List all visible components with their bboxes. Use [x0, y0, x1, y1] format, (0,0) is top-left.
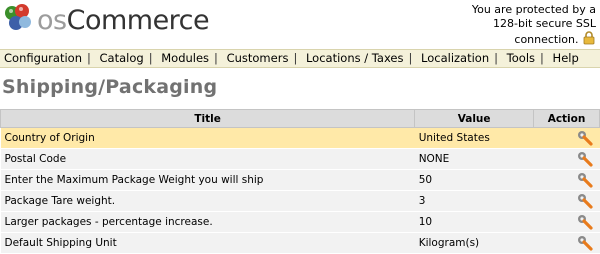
wrench-edit-icon[interactable]	[576, 130, 594, 146]
table-row[interactable]: Enter the Maximum Package Weight you wil…	[0, 169, 600, 191]
ssl-line-3: connection.	[514, 33, 579, 46]
row-action	[533, 190, 600, 212]
wrench-edit-icon[interactable]	[576, 214, 594, 230]
oscommerce-logo[interactable]: osCommerce	[3, 3, 210, 45]
wrench-edit-icon[interactable]	[576, 151, 594, 167]
page-title: Shipping/Packaging	[2, 76, 218, 98]
ssl-line-2: 128-bit secure SSL	[493, 17, 596, 30]
ssl-line-3-wrap: connection.	[426, 31, 596, 47]
menu-item-modules[interactable]: Modules	[161, 51, 209, 65]
ssl-line-1: You are protected by a	[471, 3, 596, 16]
row-title: Postal Code	[0, 148, 415, 170]
column-header-title: Title	[0, 109, 416, 128]
row-value: Kilogram(s)	[414, 232, 534, 254]
row-title: Default Shipping Unit	[0, 232, 415, 254]
logo-text: osCommerce	[37, 5, 210, 36]
row-value: United States	[414, 127, 534, 149]
row-title: Country of Origin	[0, 127, 415, 149]
menu-item-locations-taxes[interactable]: Locations / Taxes	[306, 51, 404, 65]
table-row[interactable]: Default Shipping Unit Kilogram(s)	[0, 232, 600, 254]
row-value: 50	[414, 169, 534, 191]
menu-separator: |	[408, 51, 413, 65]
column-header-action: Action	[533, 109, 600, 128]
menu-item-localization[interactable]: Localization	[421, 51, 489, 65]
menu-separator: |	[540, 51, 544, 65]
menu-separator: |	[87, 51, 91, 65]
ssl-notice: You are protected by a 128-bit secure SS…	[426, 3, 596, 47]
row-action	[533, 211, 600, 233]
row-title: Larger packages - percentage increase.	[0, 211, 415, 233]
oscommerce-logo-icon	[5, 4, 31, 30]
column-header-value: Value	[414, 109, 535, 128]
table-row[interactable]: Postal Code NONE	[0, 148, 600, 170]
menu-item-configuration[interactable]: Configuration	[4, 51, 82, 65]
menu-item-customers[interactable]: Customers	[227, 51, 289, 65]
table-row[interactable]: Package Tare weight. 3	[0, 190, 600, 212]
row-value: NONE	[414, 148, 534, 170]
row-title: Enter the Maximum Package Weight you wil…	[0, 169, 415, 191]
row-action	[533, 127, 600, 149]
row-action	[533, 148, 600, 170]
wrench-edit-icon[interactable]	[576, 235, 594, 251]
menu-separator: |	[214, 51, 218, 65]
row-value: 10	[414, 211, 534, 233]
menu-item-help[interactable]: Help	[553, 51, 579, 65]
configuration-table: Title Value Action Country of Origin Uni…	[0, 109, 600, 254]
top-menu: Configuration | Catalog | Modules | Custome…	[0, 49, 600, 68]
row-action	[533, 232, 600, 254]
menu-separator: |	[148, 51, 153, 65]
header: osCommerce You are protected by a 128-bi…	[0, 0, 600, 48]
table-row[interactable]: Larger packages - percentage increase. 1…	[0, 211, 600, 233]
table-header-row: Title Value Action	[0, 109, 600, 128]
row-action	[533, 169, 600, 191]
lock-icon	[583, 31, 595, 45]
menu-separator: |	[494, 51, 499, 65]
wrench-edit-icon[interactable]	[576, 193, 594, 209]
row-title: Package Tare weight.	[0, 190, 415, 212]
menu-item-tools[interactable]: Tools	[507, 51, 535, 65]
menu-separator: |	[293, 51, 298, 65]
wrench-edit-icon[interactable]	[576, 172, 594, 188]
row-value: 3	[414, 190, 534, 212]
menu-item-catalog[interactable]: Catalog	[100, 51, 144, 65]
table-row[interactable]: Country of Origin United States	[0, 127, 600, 149]
